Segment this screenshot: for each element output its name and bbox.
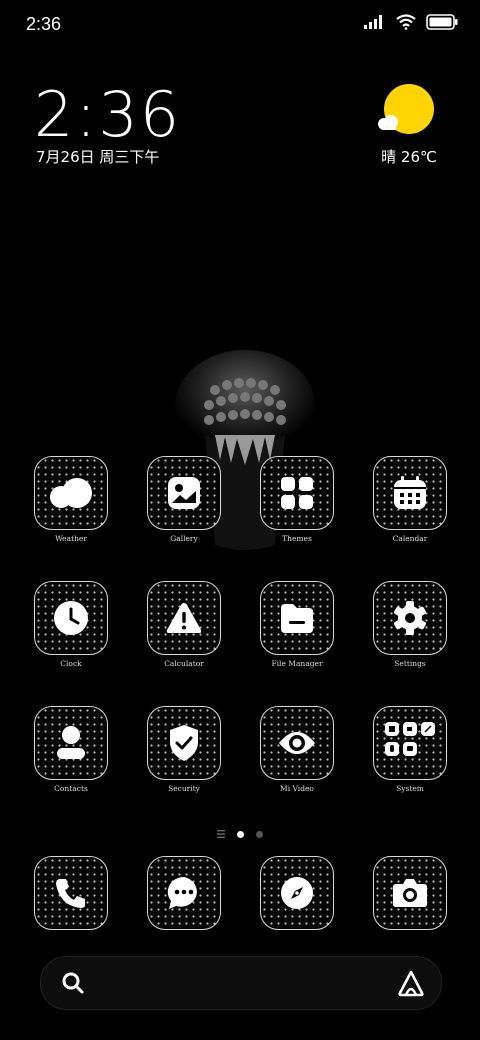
message-icon xyxy=(167,876,197,909)
compass-icon xyxy=(281,877,313,909)
app-label: Clock xyxy=(60,659,82,668)
search-icon[interactable] xyxy=(61,971,85,995)
clock-widget-date: 7月26日 周三下午 xyxy=(36,148,160,166)
app-calendar[interactable]: Calendar xyxy=(360,456,460,543)
page-dot[interactable] xyxy=(256,830,263,838)
app-settings[interactable]: Settings xyxy=(360,581,460,668)
app-label: Gallery xyxy=(170,534,198,543)
camera-icon xyxy=(393,879,427,907)
image-icon xyxy=(168,477,200,509)
phone-icon xyxy=(56,879,85,908)
folder-grid-icon xyxy=(385,722,435,756)
menu-lines-icon xyxy=(217,830,225,838)
app-clock[interactable]: Clock xyxy=(21,581,121,668)
cloud-icon xyxy=(378,115,398,130)
assistant-icon[interactable] xyxy=(397,969,425,997)
shield-icon xyxy=(170,725,198,761)
status-bar: 2:36 xyxy=(0,0,480,48)
app-gallery[interactable]: Gallery xyxy=(134,456,234,543)
warning-icon xyxy=(166,603,202,633)
page-dot-active[interactable] xyxy=(237,830,244,838)
dock-messages[interactable] xyxy=(134,856,234,930)
app-label: Settings xyxy=(394,659,426,668)
battery-icon xyxy=(426,14,458,30)
status-time: 2:36 xyxy=(26,14,62,34)
calendar-icon xyxy=(394,476,426,509)
app-label: Weather xyxy=(55,534,87,543)
app-label: Calendar xyxy=(392,534,428,543)
search-bar[interactable] xyxy=(40,956,442,1010)
clock-icon xyxy=(54,601,88,635)
gear-icon xyxy=(394,601,426,635)
folder-icon xyxy=(281,604,313,633)
dock-camera[interactable] xyxy=(360,856,460,930)
dock-phone[interactable] xyxy=(21,856,121,930)
page-indicator[interactable] xyxy=(0,830,480,838)
app-contacts[interactable]: Contacts xyxy=(21,706,121,793)
app-system-folder[interactable]: System xyxy=(360,706,460,793)
app-security[interactable]: Security xyxy=(134,706,234,793)
dock-browser[interactable] xyxy=(247,856,347,930)
person-icon xyxy=(57,726,85,759)
weather-text: 晴 26℃ xyxy=(381,148,437,166)
app-label: Calculator xyxy=(164,659,204,668)
app-label: Themes xyxy=(282,534,312,543)
app-calculator[interactable]: Calculator xyxy=(134,581,234,668)
wifi-icon xyxy=(396,14,416,30)
app-themes[interactable]: Themes xyxy=(247,456,347,543)
app-label: File Manager xyxy=(271,659,323,668)
grid-icon xyxy=(281,477,313,509)
eye-icon xyxy=(279,732,315,754)
app-label: Contacts xyxy=(54,784,88,793)
app-label: System xyxy=(396,784,424,793)
signal-icon xyxy=(364,15,382,29)
cloud-icon xyxy=(50,478,92,508)
app-weather[interactable]: Weather xyxy=(21,456,121,543)
app-label: Mi Video xyxy=(280,784,314,793)
app-label: Security xyxy=(168,784,200,793)
clock-widget-time[interactable]: 2:36 xyxy=(34,78,181,151)
app-mi-video[interactable]: Mi Video xyxy=(247,706,347,793)
app-file-manager[interactable]: File Manager xyxy=(247,581,347,668)
